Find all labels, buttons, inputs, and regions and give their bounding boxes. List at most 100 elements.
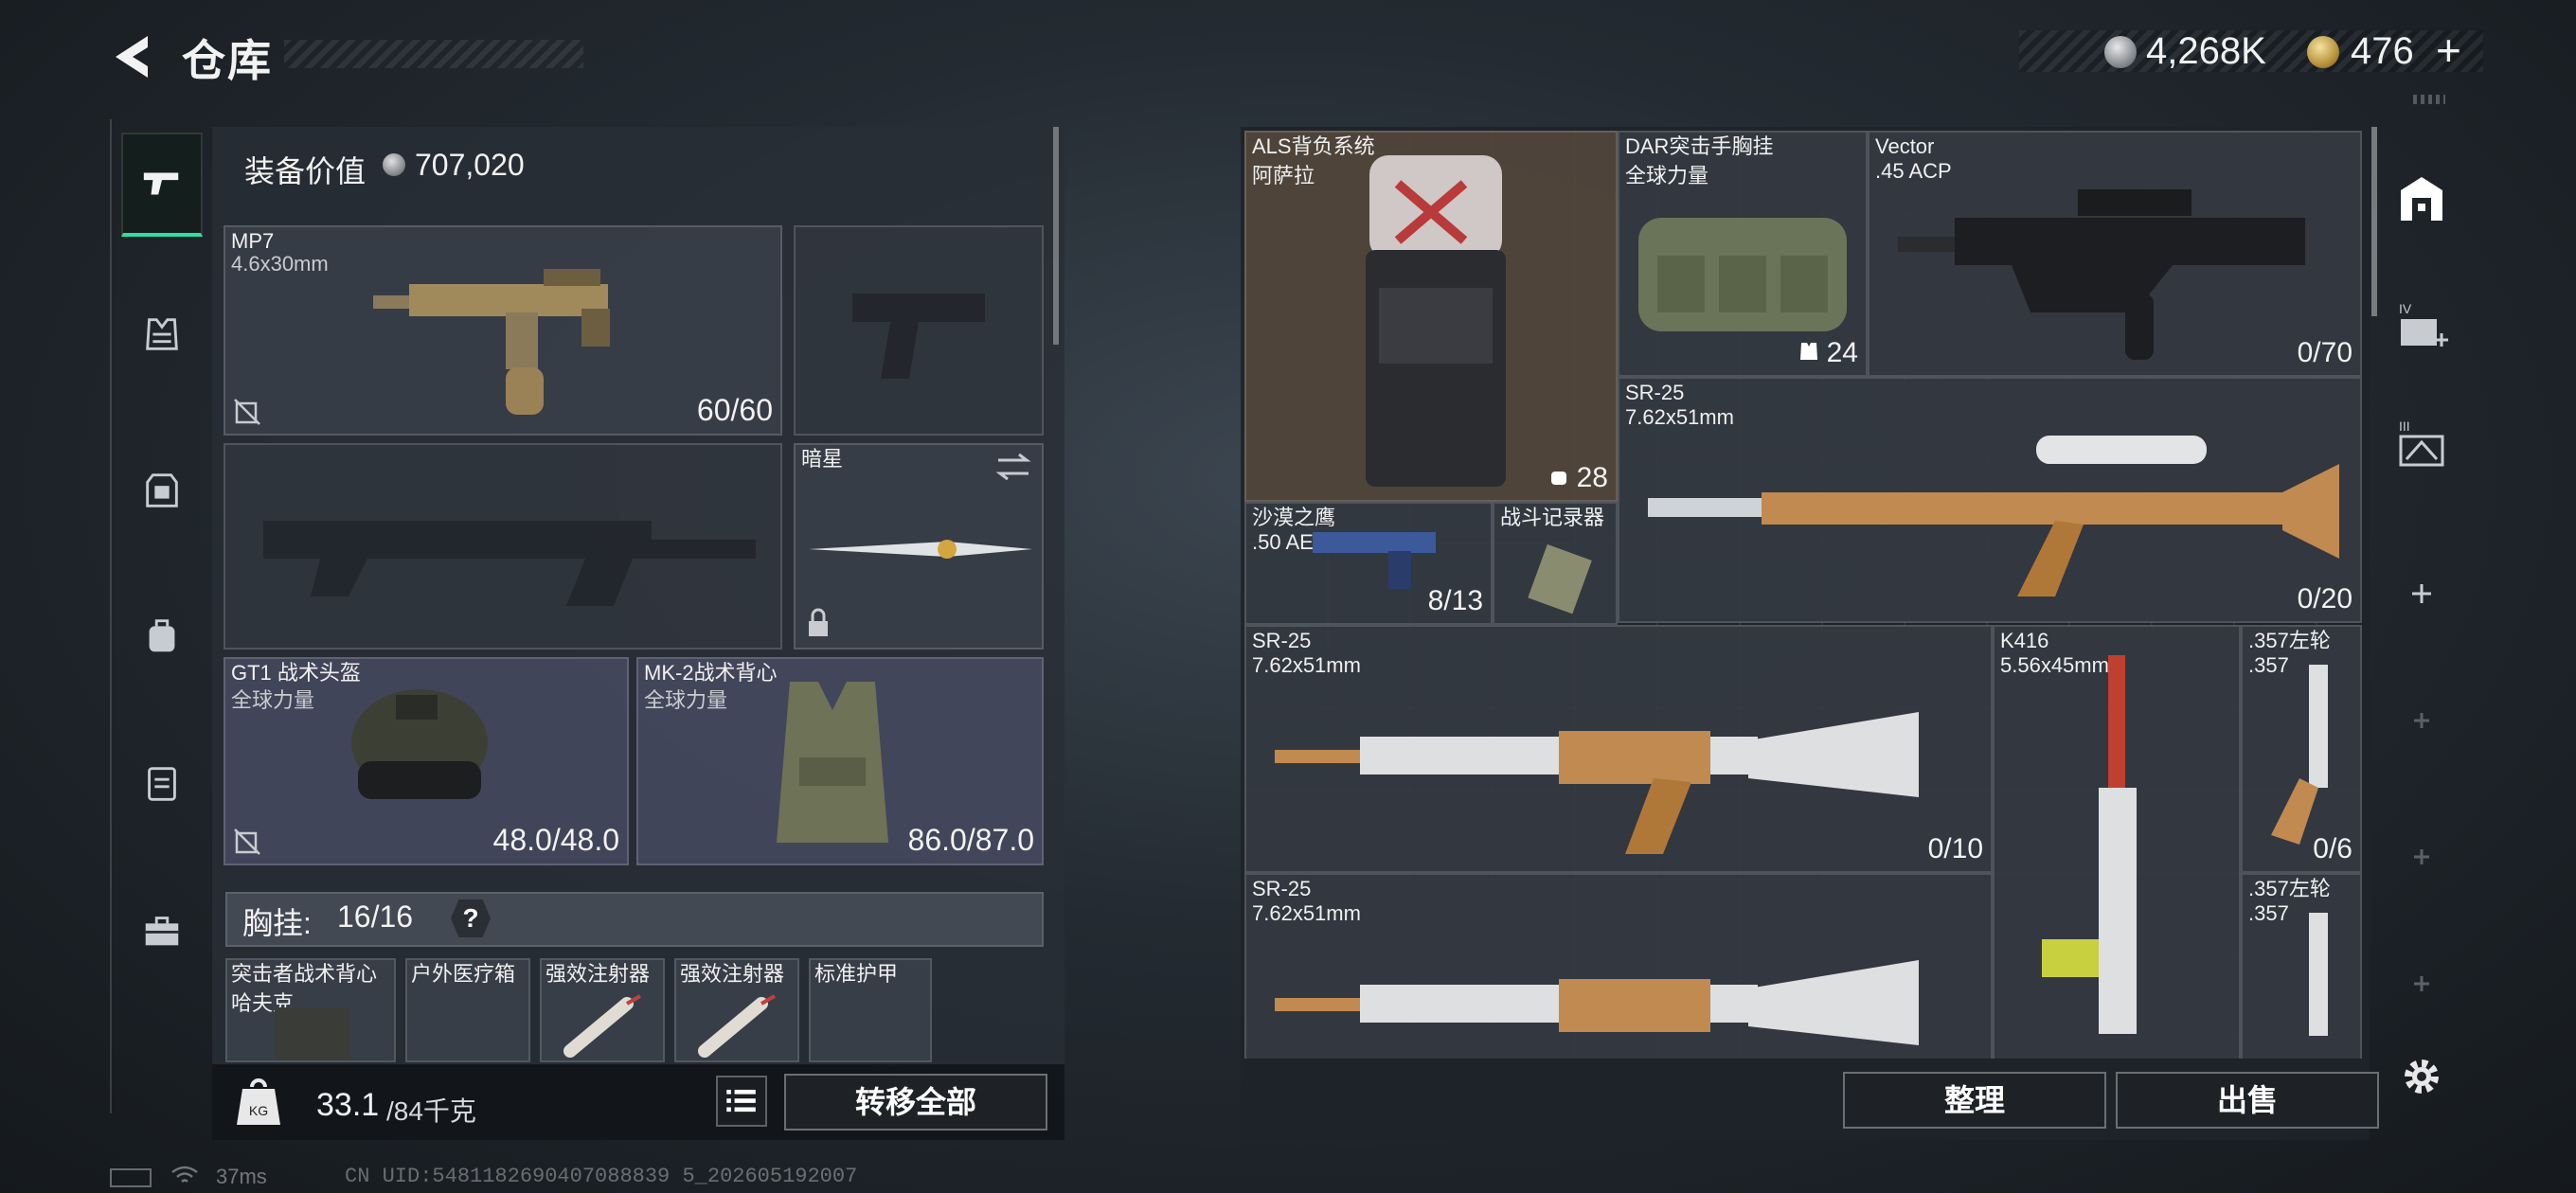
sell-button[interactable]: 出售: [2116, 1072, 2379, 1129]
backpack-icon: [149, 619, 175, 652]
primary-weapon-slot[interactable]: MP7 4.6x30mm 60/60: [224, 225, 782, 436]
chest-rig-item[interactable]: 标准护甲: [809, 958, 932, 1062]
pistol-slot[interactable]: [794, 225, 1044, 436]
tab-storage-main[interactable]: [2387, 165, 2457, 235]
chest-rig-item[interactable]: 强效注射器: [674, 958, 799, 1062]
backpack-icon: [1551, 472, 1567, 485]
storage-tabs: IV III: [2379, 127, 2464, 1112]
body-armor-slot[interactable]: MK-2战术背心 全球力量 86.0/87.0: [636, 657, 1044, 865]
item-name: 突击者战术背心: [231, 962, 378, 986]
storage-item[interactable]: SR-25 7.62x51mm 0/20: [1618, 377, 2362, 623]
smg-icon: [373, 269, 610, 415]
add-storage-button[interactable]: [2387, 949, 2457, 1019]
settings-button[interactable]: [2387, 1042, 2457, 1112]
chest-rig-item[interactable]: 强效注射器: [540, 958, 665, 1062]
swap-icon[interactable]: [994, 451, 1032, 483]
add-storage-button[interactable]: [2387, 686, 2457, 756]
item-name: K416: [2000, 629, 2049, 652]
gold-coin-icon: [2307, 36, 2339, 68]
item-name: DAR突击手胸挂: [1625, 134, 1774, 158]
backpack-icon: [1366, 155, 1506, 487]
list-view-button[interactable]: [716, 1076, 767, 1127]
item-name: SR-25: [1252, 629, 1312, 652]
plus-icon: [2414, 849, 2429, 864]
storage-item[interactable]: 沙漠之鹰 .50 AE 8/13: [1244, 502, 1493, 625]
pistol-placeholder-icon: [852, 294, 985, 379]
nav-chest-rig[interactable]: [121, 282, 203, 386]
tab-storage-3[interactable]: III: [2387, 409, 2457, 479]
storage-item[interactable]: .357左轮 .357: [2241, 873, 2362, 1059]
silver-currency-amount: 4,268K: [2146, 30, 2266, 72]
item-name: SR-25: [1625, 381, 1685, 404]
equip-value-label: 装备价值: [244, 154, 367, 188]
toolbox-icon: [145, 917, 179, 946]
syringe-icon: [564, 994, 641, 1058]
revolver-icon: [2309, 913, 2328, 1036]
nav-armor[interactable]: [121, 437, 203, 542]
vest-icon: [777, 682, 888, 843]
tab-storage-4[interactable]: IV: [2387, 292, 2457, 362]
capacity: 24: [1799, 337, 1858, 369]
nav-clipboard[interactable]: [121, 731, 203, 835]
ping-value: 37ms: [216, 1165, 267, 1188]
add-currency-button[interactable]: +: [2436, 25, 2461, 76]
add-storage-button[interactable]: [2387, 822, 2457, 892]
storage-item[interactable]: DAR突击手胸挂 全球力量 24: [1618, 131, 1868, 377]
storage-item[interactable]: .357左轮 .357 0/6: [2241, 625, 2362, 873]
melee-slot[interactable]: 暗星: [794, 443, 1044, 650]
scrollbar[interactable]: [1053, 127, 1059, 345]
item-faction: 阿萨拉: [1252, 164, 1315, 187]
ammo-count: 8/13: [1427, 585, 1483, 616]
pistol-icon: [1313, 532, 1436, 589]
back-arrow-icon[interactable]: [106, 30, 159, 83]
crate-icon: III: [2399, 418, 2444, 467]
lock-icon: [809, 608, 828, 636]
item-faction: 全球力量: [1625, 164, 1709, 187]
storage-item[interactable]: SR-25 7.62x51mm 0/10: [1244, 625, 1993, 873]
tab-badge: III: [2399, 418, 2410, 434]
item-name: 强效注射器: [546, 962, 651, 986]
item-name: 户外医疗箱: [411, 962, 516, 986]
item-caliber: 4.6x30mm: [231, 252, 329, 276]
user-uid: CN UID:5481182690407088839 5_20260519200…: [345, 1165, 858, 1188]
plus-icon: [2414, 713, 2429, 728]
capacity: 28: [1549, 462, 1608, 494]
knife-icon: [809, 540, 1032, 559]
organize-button[interactable]: 整理: [1843, 1072, 2106, 1129]
item-name: MP7: [231, 229, 275, 253]
plus-icon: [2412, 584, 2431, 603]
helmet-slot[interactable]: GT1 战术头盔 全球力量 48.0/48.0: [224, 657, 629, 865]
add-storage-button[interactable]: [2387, 559, 2457, 629]
transfer-all-button[interactable]: 转移全部: [784, 1074, 1047, 1131]
syringe-icon: [698, 994, 776, 1058]
scrollbar[interactable]: [2371, 127, 2377, 316]
nav-toolbox[interactable]: [121, 879, 203, 983]
left-nav: [110, 119, 210, 1113]
item-name: SR-25: [1252, 877, 1312, 900]
ammo-count: 0/70: [2297, 337, 2352, 368]
list-icon: [726, 1089, 756, 1113]
chest-rig-item[interactable]: 户外医疗箱: [405, 958, 530, 1062]
ammo-count: 0/6: [2313, 833, 2352, 864]
nav-weapons[interactable]: [121, 133, 203, 237]
rifle-icon: [1275, 712, 1919, 854]
help-button[interactable]: ?: [451, 899, 491, 937]
storage-item[interactable]: Vector .45 ACP 0/70: [1868, 131, 2362, 377]
storage-item[interactable]: K416 5.56x45mm: [1993, 625, 2241, 1059]
helmet-icon: [351, 689, 488, 799]
gold-currency-amount: 476: [2351, 30, 2414, 72]
storage-item[interactable]: 战斗记录器: [1493, 502, 1618, 625]
secondary-weapon-slot[interactable]: [224, 443, 782, 650]
chest-rig-item[interactable]: 突击者战术背心 哈夫克: [225, 958, 396, 1062]
nav-backpack[interactable]: [121, 583, 203, 687]
title-decoration: [284, 40, 583, 68]
storage-item[interactable]: SR-25 7.62x51mm: [1244, 873, 1993, 1059]
plus-icon: [2414, 976, 2429, 991]
storage-item[interactable]: ALS背负系统 阿萨拉 28: [1244, 131, 1618, 502]
smg-icon: [1898, 189, 2305, 360]
chest-rig-icon: [1638, 218, 1847, 331]
vest-icon: [1800, 343, 1818, 360]
crate-add-icon: IV: [2399, 301, 2448, 347]
item-faction: 全球力量: [644, 688, 728, 712]
durability: 86.0/87.0: [907, 823, 1034, 857]
